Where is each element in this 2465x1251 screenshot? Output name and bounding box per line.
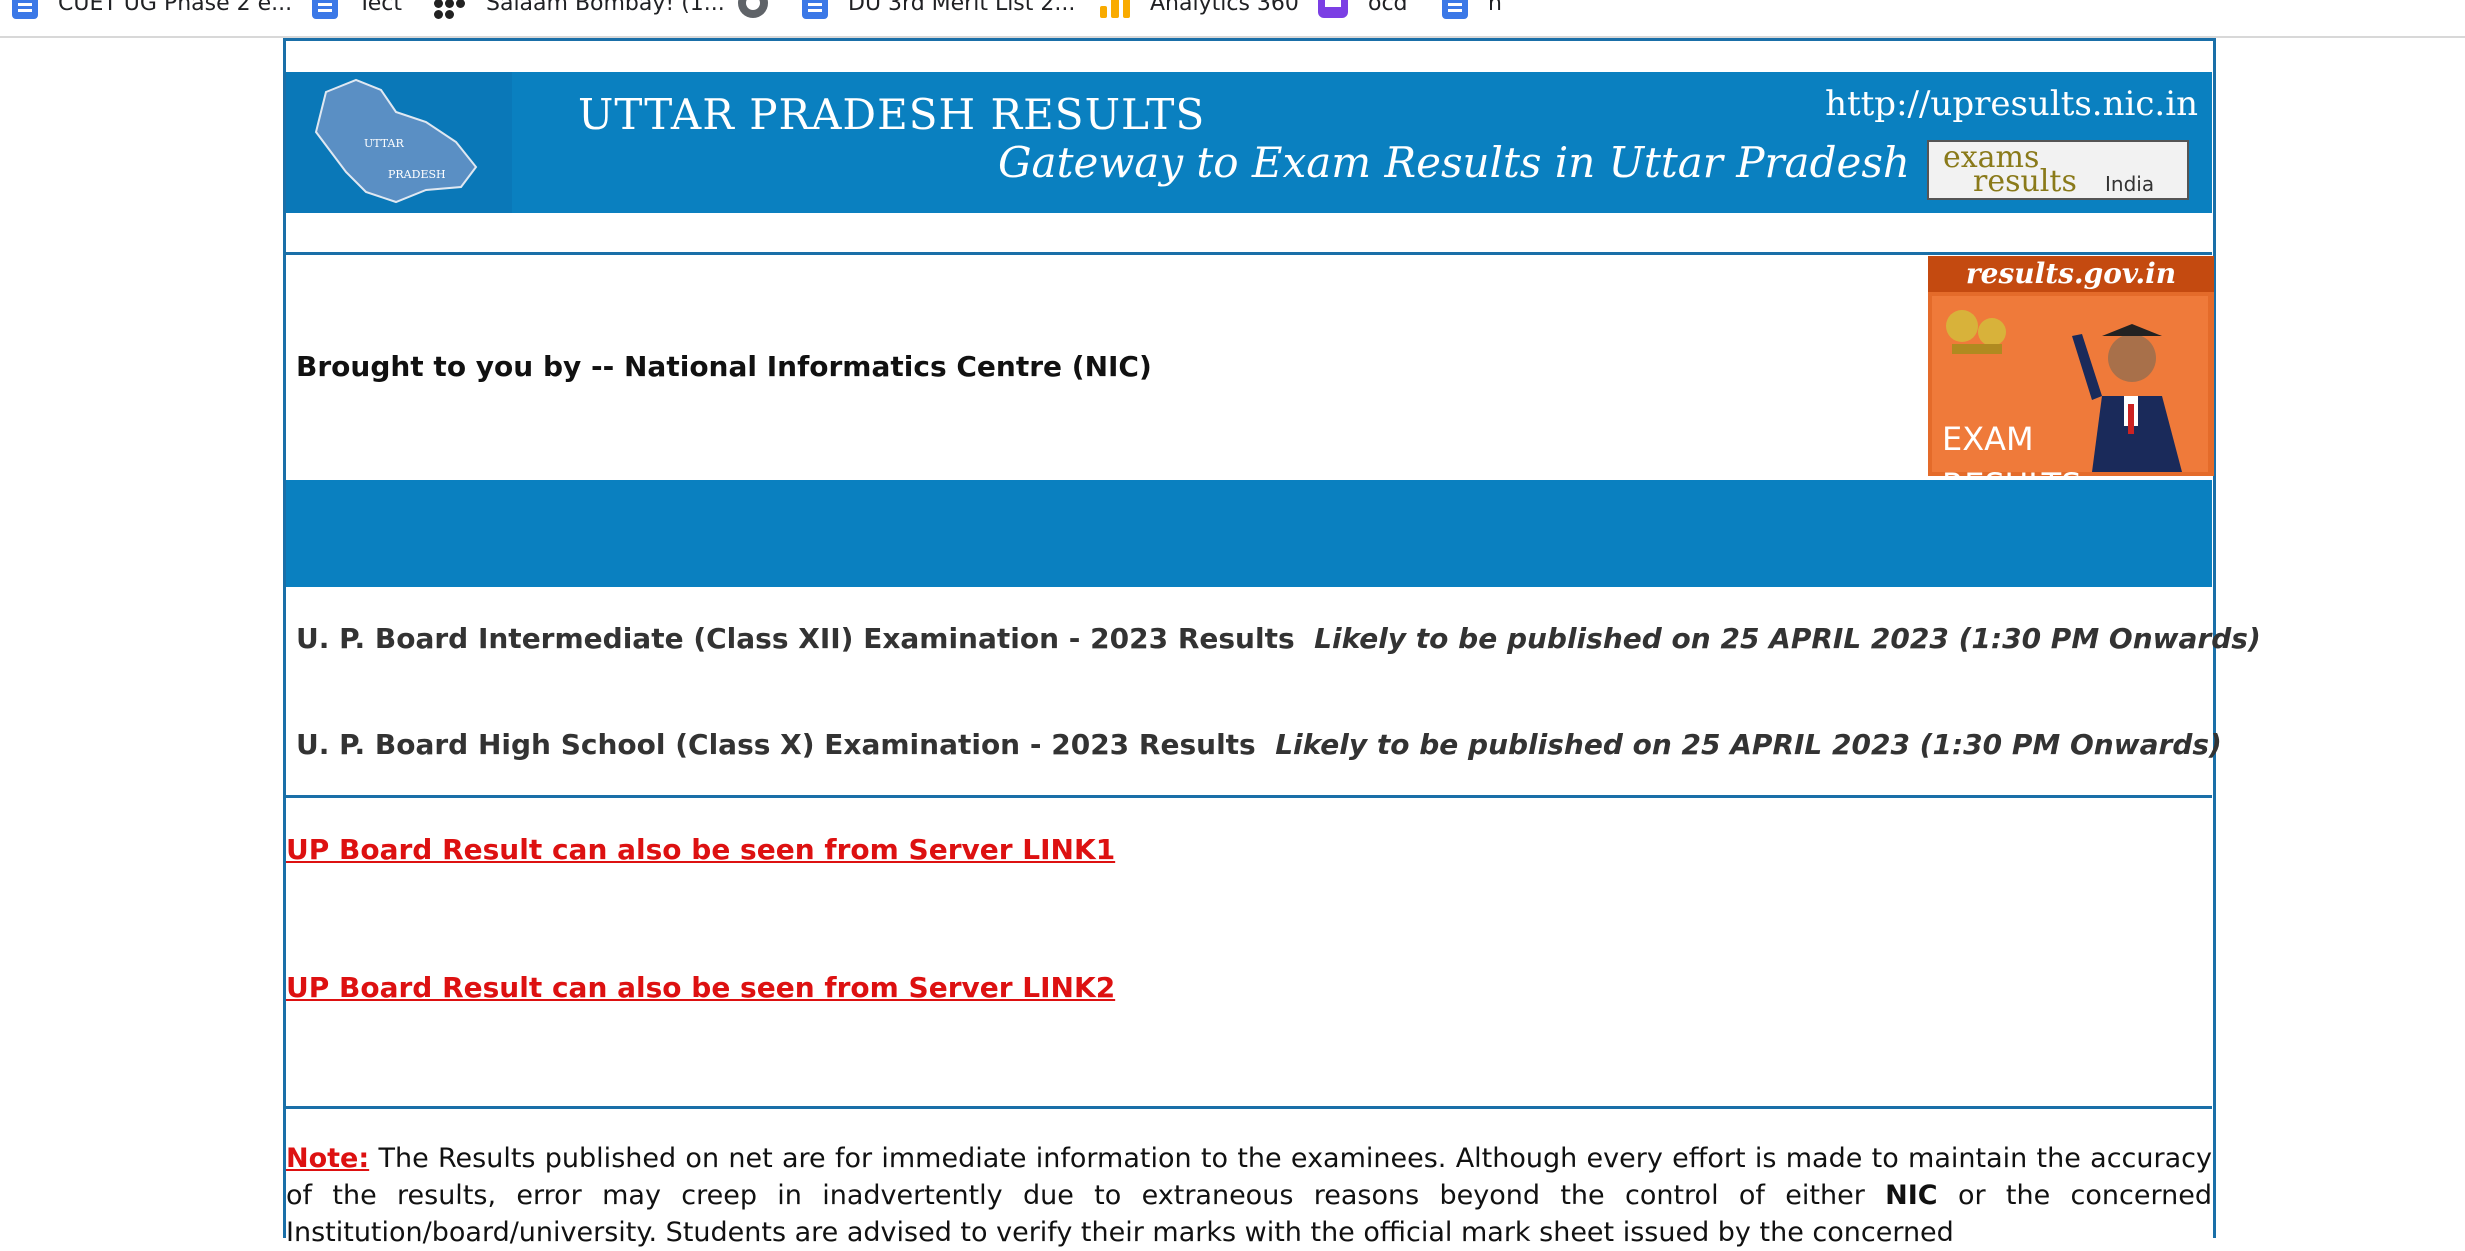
bookmark-item[interactable]: Salaam Bombay! (1... [432, 0, 725, 20]
globe-icon [738, 0, 768, 18]
announcement-row: U. P. Board High School (Class X) Examin… [296, 728, 2222, 761]
blue-divider-strip [286, 480, 2212, 587]
bookmarks-bar: CUET UG Phase 2 e... Tect Salaam Bombay!… [0, 0, 2465, 38]
announcement-status: Likely to be published on 25 APRIL 2023 … [1314, 622, 2261, 655]
server-link-2[interactable]: UP Board Result can also be seen from Se… [286, 971, 1115, 1004]
brought-by-text: Brought to you by -- National Informatic… [296, 350, 1152, 383]
bookmark-label: ocd [1368, 0, 1408, 16]
bookmark-item[interactable]: Analytics 360 [1100, 0, 1299, 20]
note-bold: NIC [1885, 1180, 1938, 1211]
results-gov-header: results.gov.in [1928, 256, 2214, 292]
bookmark-label: CUET UG Phase 2 e... [58, 0, 293, 16]
graduate-image: EXAM RESULTS [1932, 296, 2208, 476]
site-title: UTTAR PRADESH RESULTS [578, 90, 1206, 139]
announcement-row: U. P. Board Intermediate (Class XII) Exa… [296, 622, 2261, 655]
header-banner: UTTAR PRADESH UTTAR PRADESH RESULTS Gate… [286, 72, 2212, 213]
bookmark-label: DU 3rd Merit List 2... [848, 0, 1076, 16]
svg-text:PRADESH: PRADESH [388, 168, 446, 181]
disclaimer-note: Note: The Results published on net are f… [286, 1140, 2212, 1251]
printer-icon [1318, 0, 1348, 18]
server-link-1[interactable]: UP Board Result can also be seen from Se… [286, 833, 1115, 866]
announcement-title: U. P. Board High School (Class X) Examin… [296, 728, 1256, 761]
google-docs-icon [802, 0, 828, 19]
bookmark-item[interactable]: h [1442, 0, 1502, 20]
site-tagline: Gateway to Exam Results in Uttar Pradesh [998, 138, 1910, 187]
up-map-logo: UTTAR PRADESH [286, 72, 512, 213]
bookmark-label: Tect [358, 0, 402, 16]
divider [286, 1106, 2212, 1109]
divider [286, 252, 2212, 255]
note-label: Note: [286, 1143, 370, 1174]
analytics-icon [1100, 0, 1130, 18]
results-gov-banner[interactable]: results.gov.in EXAM RESULTS [1928, 256, 2214, 476]
results-gov-line: RESULTS [1942, 462, 2081, 476]
exams-results-india-logo[interactable]: exams results India [1927, 140, 2189, 200]
svg-text:UTTAR: UTTAR [364, 137, 404, 150]
google-docs-icon [12, 0, 38, 19]
bookmark-item[interactable] [738, 0, 768, 20]
bookmark-label: h [1488, 0, 1502, 16]
site-url[interactable]: http://upresults.nic.in [1825, 84, 2198, 124]
logo-word: results [1973, 164, 2077, 199]
up-map-icon: UTTAR PRADESH [314, 78, 478, 204]
exam-results-text: EXAM RESULTS [1942, 416, 2081, 476]
announcement-status: Likely to be published on 25 APRIL 2023 … [1275, 728, 2222, 761]
bookmark-item[interactable]: DU 3rd Merit List 2... [802, 0, 1075, 20]
divider [286, 795, 2212, 798]
results-gov-line: EXAM [1942, 420, 2034, 458]
bookmark-item[interactable]: CUET UG Phase 2 e... [12, 0, 292, 20]
bookmark-item[interactable]: Tect [312, 0, 402, 20]
logo-word: India [2105, 172, 2155, 196]
announcement-title: U. P. Board Intermediate (Class XII) Exa… [296, 622, 1295, 655]
google-docs-icon [312, 0, 338, 19]
bookmark-label: Analytics 360 [1150, 0, 1299, 16]
google-docs-icon [1442, 0, 1468, 19]
bookmark-label: Salaam Bombay! (1... [486, 0, 725, 16]
dots-logo-icon [432, 0, 466, 20]
bookmark-item[interactable]: ocd [1318, 0, 1408, 20]
